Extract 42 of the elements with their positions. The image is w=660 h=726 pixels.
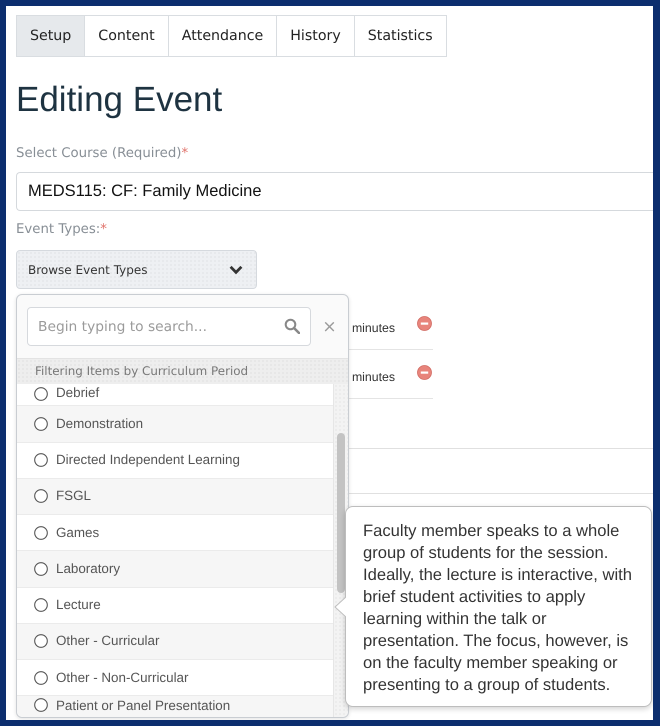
duration-unit: minutes (352, 370, 395, 384)
tab[interactable]: Setup (16, 15, 86, 57)
required-mark: * (100, 221, 107, 239)
field-label: Event Types: (16, 221, 100, 239)
event-type-option[interactable]: Games (17, 515, 333, 552)
remove-icon[interactable] (417, 316, 432, 330)
event-type-option[interactable]: FSGL (17, 478, 333, 515)
scrollbar-thumb[interactable] (337, 433, 345, 593)
radio-button[interactable] (34, 453, 48, 468)
radio-button[interactable] (34, 526, 48, 540)
radio-button[interactable] (34, 634, 48, 648)
tab[interactable]: Content (84, 15, 169, 57)
tab[interactable]: History (276, 15, 355, 57)
event-type-option[interactable]: Patient or Panel Presentation (17, 696, 333, 717)
page-title: Editing Event (16, 79, 224, 121)
field-label: Select Course (Required) (16, 145, 182, 163)
required-mark: * (181, 145, 188, 163)
duration-unit: minutes (352, 320, 395, 334)
radio-button[interactable] (34, 698, 48, 712)
tab[interactable]: Attendance (168, 15, 278, 57)
remove-icon[interactable] (417, 364, 432, 380)
filter-note: Filtering Items by Curriculum Period (17, 358, 348, 384)
event-type-option[interactable]: Demonstration (17, 406, 333, 442)
chevron-down-icon (229, 264, 243, 274)
radio-button[interactable] (34, 416, 48, 431)
radio-button[interactable] (34, 387, 48, 402)
tooltip: Faculty member speaks to a whole group of students for the session. Ideally, the lecture is interactive, with brief student activities to apply learning within the talk or presentation. The focus, however, is on the faculty member speaking or presenting to a group of students. (345, 506, 652, 707)
search-icon (284, 318, 300, 334)
radio-button[interactable] (34, 489, 48, 504)
event-type-option[interactable]: Debrief (17, 384, 333, 406)
radio-button[interactable] (34, 670, 48, 685)
event-type-option[interactable]: Other - Curricular (17, 624, 333, 660)
radio-button[interactable] (34, 562, 48, 576)
course-field[interactable]: MEDS115: CF: Family Medicine (16, 172, 653, 211)
event-type-option[interactable]: Directed Independent Learning (17, 442, 333, 479)
radio-button[interactable] (34, 598, 48, 612)
tab[interactable]: Statistics (354, 15, 447, 57)
browse-event-types-button[interactable]: Browse Event Types (16, 250, 257, 289)
search-field[interactable]: Begin typing to search... (27, 307, 311, 346)
event-type-option[interactable]: Other - Non-Curricular (17, 660, 333, 696)
event-type-option[interactable]: Laboratory (17, 551, 333, 588)
event-type-option[interactable]: Lecture (17, 588, 333, 624)
